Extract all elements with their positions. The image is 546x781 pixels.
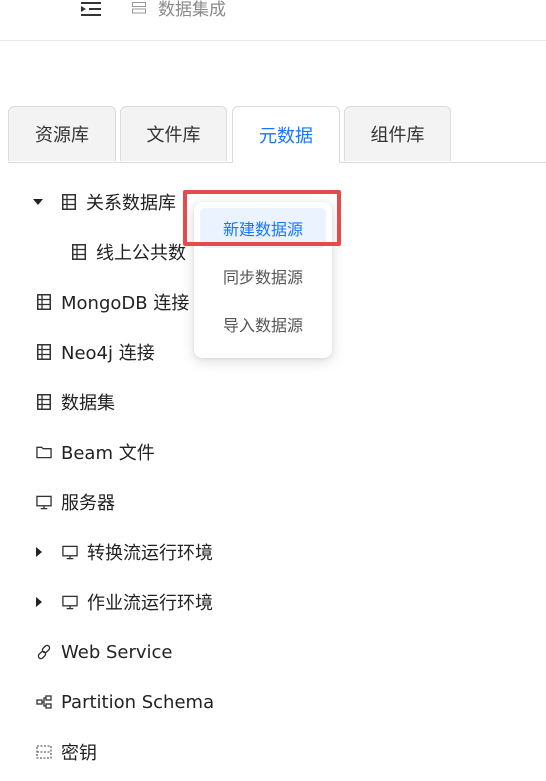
tree-item-label: 线上公共数 <box>96 243 186 264</box>
monitor-icon <box>62 543 78 561</box>
tree-item-job-env[interactable]: 作业流运行环境 <box>0 582 546 622</box>
caret-right-icon[interactable] <box>34 597 44 607</box>
tab-metadata[interactable]: 元数据 <box>232 106 340 163</box>
tab-bar: 资源库 文件库 元数据 组件库 <box>8 106 546 163</box>
tree-item-label: Beam 文件 <box>61 443 155 464</box>
tree-item-label: 转换流运行环境 <box>87 543 213 564</box>
tree-item-beam-files[interactable]: Beam 文件 <box>0 432 546 472</box>
breadcrumb: 数据集成 <box>132 0 226 20</box>
menu-item-import-datasource[interactable]: 导入数据源 <box>200 304 326 344</box>
tree-item-label: 关系数据库 <box>86 193 176 214</box>
tree-item-web-service[interactable]: Web Service <box>0 632 546 672</box>
menu-item-sync-datasource[interactable]: 同步数据源 <box>200 256 326 296</box>
monitor-icon <box>36 493 52 511</box>
tree-item-label: Partition Schema <box>61 691 215 713</box>
folder-icon <box>36 443 52 461</box>
tab-file-library[interactable]: 文件库 <box>120 106 227 161</box>
menu-fold-icon[interactable] <box>80 0 102 18</box>
caret-right-icon[interactable] <box>34 547 44 557</box>
database-icon <box>36 393 52 411</box>
tree-item-secret-key[interactable]: 密钥 <box>0 732 546 772</box>
database-icon <box>61 193 77 211</box>
breadcrumb-current[interactable]: 数据集成 <box>158 0 226 20</box>
tree-item-label: 数据集 <box>61 393 115 414</box>
tree-item-label: Neo4j 连接 <box>61 343 155 364</box>
tree-item-label: 服务器 <box>61 493 115 514</box>
database-icon <box>36 293 52 311</box>
monitor-icon <box>62 593 78 611</box>
tree-item-partition-schema[interactable]: Partition Schema <box>0 682 546 722</box>
tree-item-label: MongoDB 连接 <box>61 293 190 314</box>
tab-component-library[interactable]: 组件库 <box>344 106 451 161</box>
tree-item-label: Web Service <box>61 641 173 663</box>
highlight-annotation-box <box>183 190 341 246</box>
tree-item-label: 作业流运行环境 <box>87 593 213 614</box>
server-stack-icon <box>132 1 146 14</box>
partition-icon <box>36 693 52 711</box>
tree-item-label: 密钥 <box>61 743 97 764</box>
top-bar: 数据集成 <box>0 0 546 41</box>
tab-resource-library[interactable]: 资源库 <box>8 106 116 161</box>
tree-item-servers[interactable]: 服务器 <box>0 482 546 522</box>
database-icon <box>36 343 52 361</box>
caret-down-icon[interactable] <box>33 197 43 207</box>
database-icon <box>71 243 87 261</box>
tree-item-transform-env[interactable]: 转换流运行环境 <box>0 532 546 572</box>
key-grid-icon <box>36 743 52 761</box>
link-icon <box>36 643 52 661</box>
tree-item-dataset[interactable]: 数据集 <box>0 382 546 422</box>
